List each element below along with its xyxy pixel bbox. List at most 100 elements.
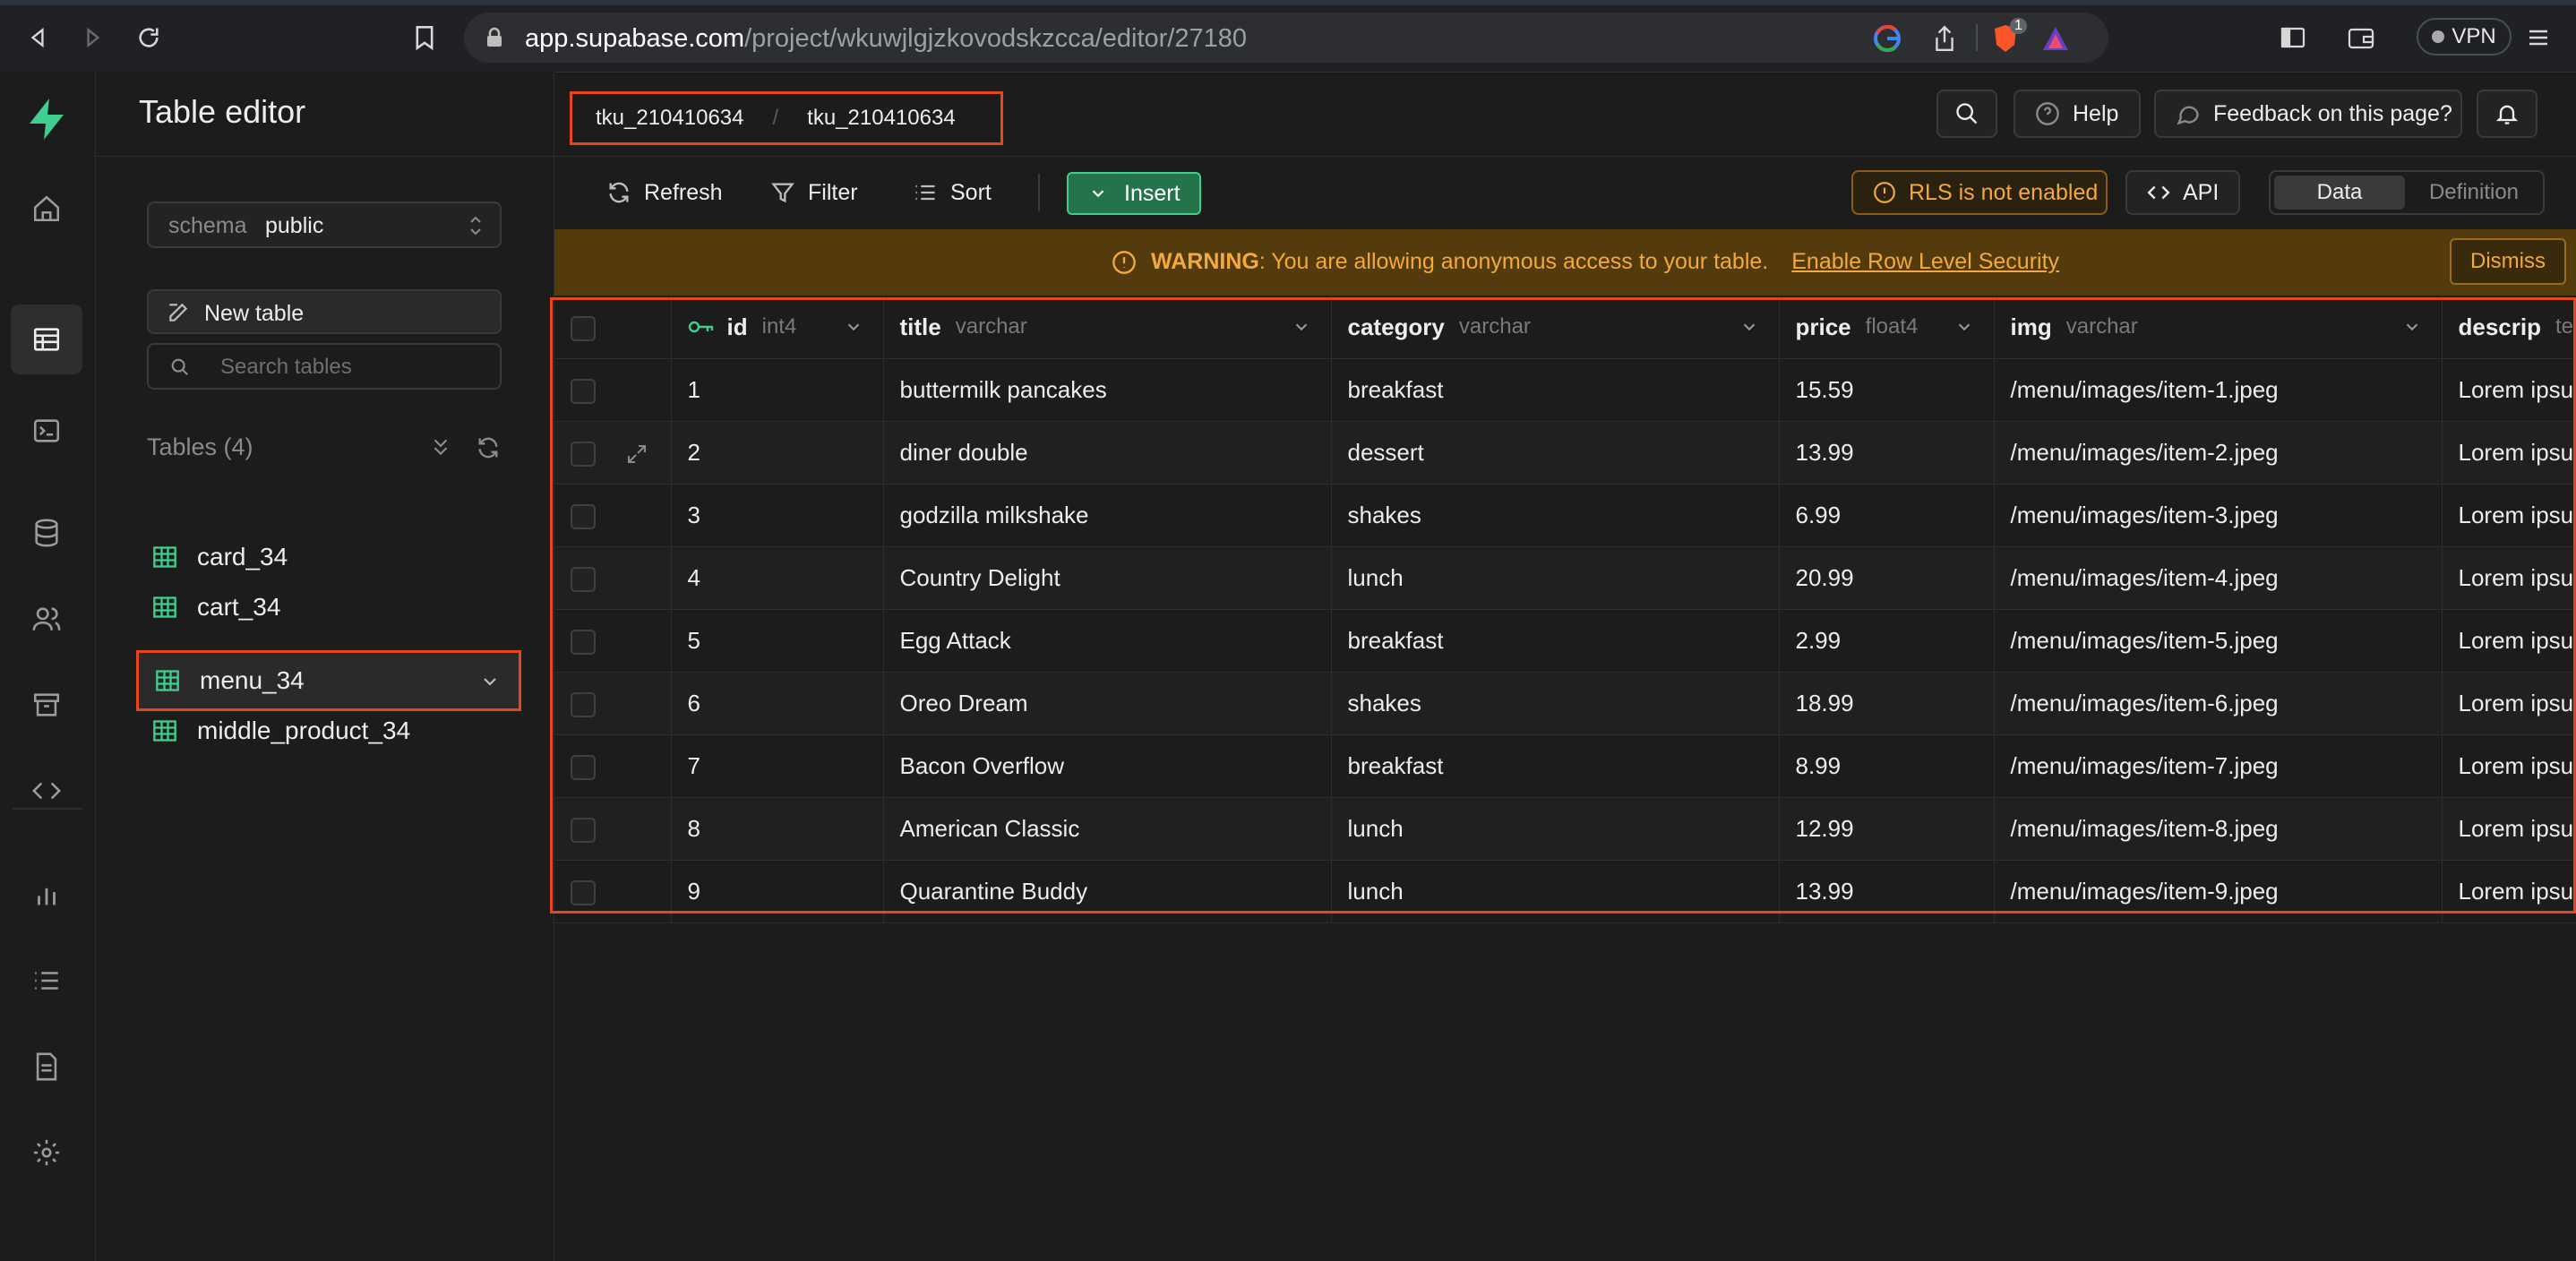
cell-price[interactable]: 6.99 [1779,484,1995,547]
rail-auth[interactable] [11,584,82,654]
table-row[interactable]: 4 Country Delight lunch 20.99/menu/images/i… [554,546,2576,610]
chevron-down-icon[interactable] [1292,317,1311,337]
row-checkbox[interactable] [571,630,596,656]
cell-img[interactable]: /menu/images/item-2.jpeg [1994,421,2443,485]
rail-storage[interactable] [11,670,82,740]
cell-title[interactable]: Bacon Overflow [883,734,1332,798]
cell-price[interactable]: 8.99 [1779,734,1995,798]
cell-descrip[interactable]: Lorem ipsu [2442,860,2576,923]
cell-category[interactable]: lunch [1331,797,1780,861]
cell-price[interactable]: 13.99 [1779,421,1995,485]
cell-img[interactable]: /menu/images/item-3.jpeg [1994,484,2443,547]
cell-price[interactable]: 13.99 [1779,860,1995,923]
table-item-menu-34[interactable]: menu_34 [136,650,521,711]
forward-button[interactable] [75,20,111,56]
cell-descrip[interactable]: Lorem ipsu [2442,546,2576,610]
cell-category[interactable]: breakfast [1331,734,1780,798]
cell-descrip[interactable]: Lorem ipsu [2442,484,2576,547]
table-row[interactable]: 2 diner double dessert 13.99/menu/images/it… [554,421,2576,485]
cell-id[interactable]: 3 [671,484,884,547]
chevron-down-icon[interactable] [479,671,501,692]
cell-descrip[interactable]: Lorem ipsu [2442,672,2576,735]
insert-button[interactable]: Insert [1067,172,1201,215]
tab-definition[interactable]: Definition [2409,176,2539,210]
cell-category[interactable]: lunch [1331,860,1780,923]
row-checkbox[interactable] [571,692,596,718]
cell-img[interactable]: /menu/images/item-4.jpeg [1994,546,2443,610]
table-item-card-34[interactable]: card_34 [136,532,512,582]
menu-button[interactable] [2520,20,2556,56]
share-icon[interactable] [1929,23,1960,54]
feedback-button[interactable]: Feedback on this page? [2154,90,2462,138]
cell-category[interactable]: breakfast [1331,358,1780,422]
cell-price[interactable]: 2.99 [1779,609,1995,673]
cell-descrip[interactable]: Lorem ipsu [2442,734,2576,798]
row-checkbox[interactable] [571,442,596,468]
cell-price[interactable]: 20.99 [1779,546,1995,610]
cell-descrip[interactable]: Lorem ipsu [2442,609,2576,673]
search-button[interactable] [1936,90,1997,138]
brave-shield-icon[interactable]: 1 [1990,18,2027,54]
column-header-descrip[interactable]: descrip tex [2442,296,2576,359]
bookmark-button[interactable] [407,20,442,56]
cell-title[interactable]: Egg Attack [883,609,1332,673]
cell-id[interactable]: 4 [671,546,884,610]
cell-img[interactable]: /menu/images/item-7.jpeg [1994,734,2443,798]
cell-id[interactable]: 1 [671,358,884,422]
cell-price[interactable]: 18.99 [1779,672,1995,735]
dismiss-button[interactable]: Dismiss [2450,238,2566,285]
select-all-checkbox[interactable] [571,315,596,341]
column-header-category[interactable]: category varchar [1331,296,1780,359]
rail-settings[interactable] [11,1118,82,1188]
refresh-button[interactable]: Refresh [606,172,723,213]
cell-title[interactable]: Quarantine Buddy [883,860,1332,923]
column-header-price[interactable]: price float4 [1779,296,1995,359]
rail-database[interactable] [11,498,82,568]
cell-descrip[interactable]: Lorem ipsu [2442,421,2576,485]
new-table-button[interactable]: New table [147,289,502,334]
cell-title[interactable]: Country Delight [883,546,1332,610]
cell-id[interactable]: 9 [671,860,884,923]
table-row[interactable]: 7 Bacon Overflow breakfast 8.99/menu/images… [554,734,2576,798]
enable-rls-link[interactable]: Enable Row Level Security [1791,249,2059,275]
table-item-middle-product-34[interactable]: middle_product_34 [136,706,512,756]
table-row[interactable]: 9 Quarantine Buddy lunch 13.99/menu/images/… [554,860,2576,923]
cell-title[interactable]: godzilla milkshake [883,484,1332,547]
column-header-img[interactable]: img varchar [1994,296,2443,359]
column-header-id[interactable]: id int4 [671,296,884,359]
table-row[interactable]: 3 godzilla milkshake shakes 6.99/menu/image… [554,484,2576,547]
row-checkbox[interactable] [571,504,596,530]
expand-row-icon[interactable] [626,443,648,465]
address-bar[interactable]: app.supabase.com/project/wkuwjlgjzkovods… [464,13,2108,63]
cell-price[interactable]: 15.59 [1779,358,1995,422]
table-item-cart-34[interactable]: cart_34 [136,582,512,632]
rail-docs[interactable] [11,1032,82,1102]
table-row[interactable]: 8 American Classic lunch 12.99/menu/images/… [554,797,2576,861]
row-checkbox[interactable] [571,567,596,593]
cell-category[interactable]: dessert [1331,421,1780,485]
brave-rewards-icon[interactable] [2040,23,2071,54]
supabase-logo[interactable] [11,84,82,154]
cell-descrip[interactable]: Lorem ipsu [2442,797,2576,861]
vpn-button[interactable]: VPN [2417,18,2512,56]
chevron-down-icon[interactable] [1954,317,1974,337]
rail-sql-editor[interactable] [11,396,82,466]
row-checkbox[interactable] [571,755,596,781]
reload-button[interactable] [131,20,167,56]
breadcrumb-project[interactable]: tku_210410634 [807,106,956,131]
tab-data[interactable]: Data [2274,176,2405,210]
google-icon[interactable] [1872,23,1902,54]
rail-logs[interactable] [11,946,82,1016]
search-tables-input[interactable] [219,352,482,382]
cell-img[interactable]: /menu/images/item-6.jpeg [1994,672,2443,735]
rail-reports[interactable] [11,860,82,930]
cell-id[interactable]: 5 [671,609,884,673]
sidebar-toggle-button[interactable] [2275,20,2311,56]
breadcrumb-org[interactable]: tku_210410634 [596,106,744,131]
cell-title[interactable]: Oreo Dream [883,672,1332,735]
wallet-button[interactable] [2343,20,2379,56]
rls-warning-button[interactable]: RLS is not enabled [1851,170,2108,215]
chevron-down-icon[interactable] [844,317,863,337]
rail-table-editor[interactable] [11,305,82,374]
chevron-down-icon[interactable] [2402,317,2422,337]
